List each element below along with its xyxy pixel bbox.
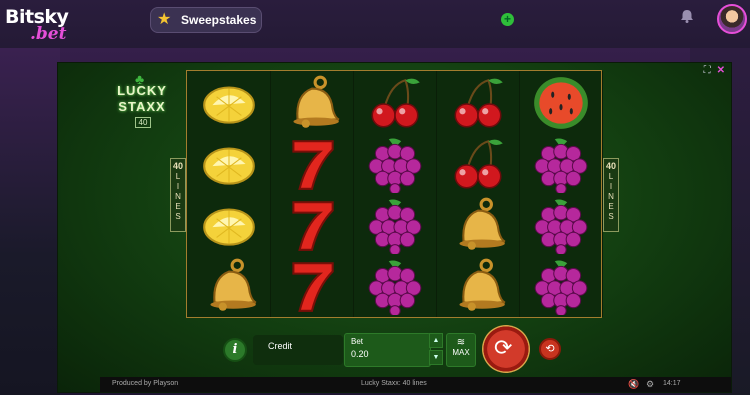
- site-logo[interactable]: Bitsky .bet: [5, 6, 85, 44]
- cherry-icon: [436, 72, 519, 133]
- lines-indicator-right: 40 LINES: [603, 158, 619, 232]
- reel-5: [519, 71, 603, 317]
- seven-icon: [270, 194, 353, 255]
- seven-icon: [270, 133, 353, 194]
- grapes-icon: [353, 255, 436, 316]
- spin-icon: ⟳: [494, 335, 513, 360]
- control-panel: i Credit Bet 0.20 ▲ ▼ ≋ MAX ⟳ ⟲: [223, 325, 573, 373]
- reel-2: [270, 71, 354, 317]
- reel-4: [436, 71, 520, 317]
- lines-indicator-left: 40 LINES: [170, 158, 186, 232]
- grapes-icon: [519, 194, 602, 255]
- logo-line-2: STAXX: [118, 99, 166, 114]
- background-left: [0, 48, 60, 395]
- bet-increase-button[interactable]: ▲: [429, 333, 443, 348]
- top-bar: Bitsky .bet ★ Sweepstakes +: [0, 0, 750, 48]
- plus-icon[interactable]: +: [501, 13, 514, 26]
- bet-stepper: ▲ ▼: [429, 333, 443, 365]
- star-icon: ★: [157, 11, 172, 28]
- game-window-controls: ⛶ ✕: [698, 65, 725, 76]
- cherry-icon: [353, 72, 436, 133]
- sound-icon[interactable]: 🔇: [628, 379, 639, 390]
- game-logo: ♣ LUCKY STAXX 40: [108, 71, 176, 128]
- logo-suffix: .bet: [30, 24, 67, 44]
- game-lines-label: Lucky Staxx: 40 lines: [361, 380, 427, 387]
- credit-label: Credit: [268, 341, 293, 351]
- grapes-icon: [519, 133, 602, 194]
- lines-number: 40: [605, 161, 616, 171]
- bet-display: Bet 0.20: [344, 333, 431, 367]
- lines-word: LINES: [608, 172, 614, 221]
- gear-icon[interactable]: ⚙: [646, 379, 654, 390]
- lines-word: LINES: [175, 172, 181, 221]
- lemon-icon: [187, 133, 270, 194]
- bell-icon: [436, 194, 519, 255]
- sweepstakes-button[interactable]: ★ Sweepstakes: [150, 7, 262, 33]
- credit-display: Credit: [253, 335, 343, 365]
- bet-decrease-button[interactable]: ▼: [429, 350, 443, 365]
- fullscreen-icon[interactable]: ⛶: [704, 65, 711, 76]
- max-bet-button[interactable]: ≋ MAX: [446, 333, 476, 367]
- lines-number: 40: [172, 161, 183, 171]
- logo-number: 40: [135, 117, 151, 128]
- grapes-icon: [519, 255, 602, 316]
- seven-icon: [270, 255, 353, 316]
- bell-icon: [270, 72, 353, 133]
- bell-icon: [436, 255, 519, 316]
- autoplay-button[interactable]: ⟲: [539, 338, 561, 360]
- grapes-icon: [353, 133, 436, 194]
- reels-area: [186, 70, 603, 318]
- max-label: MAX: [452, 348, 470, 357]
- game-window[interactable]: ⛶ ✕ ♣ LUCKY STAXX 40 40 LINES 40 LINES i …: [58, 63, 731, 392]
- bell-icon: [187, 255, 270, 316]
- bet-label: Bet: [351, 337, 364, 346]
- producer-label: Produced by Playson: [112, 380, 179, 387]
- reel-1: [187, 71, 271, 317]
- avatar[interactable]: [717, 4, 747, 34]
- info-button[interactable]: i: [223, 338, 247, 362]
- reel-3: [353, 71, 437, 317]
- lemon-icon: [187, 72, 270, 133]
- game-footer: Produced by Playson Lucky Staxx: 40 line…: [100, 377, 731, 392]
- cherry-icon: [436, 133, 519, 194]
- clock: 14:17: [663, 380, 681, 387]
- watermelon-icon: [519, 72, 602, 133]
- grapes-icon: [353, 194, 436, 255]
- close-icon[interactable]: ✕: [717, 65, 725, 76]
- spin-button[interactable]: ⟳: [482, 325, 530, 373]
- autoplay-icon: ⟲: [545, 343, 555, 355]
- logo-line-1: LUCKY: [117, 83, 167, 98]
- bell-icon[interactable]: [679, 8, 695, 24]
- sweepstakes-label: Sweepstakes: [181, 13, 257, 27]
- lemon-icon: [187, 194, 270, 255]
- bet-value: 0.20: [351, 349, 369, 359]
- coins-icon: ≋: [456, 337, 466, 348]
- info-icon: i: [232, 342, 238, 357]
